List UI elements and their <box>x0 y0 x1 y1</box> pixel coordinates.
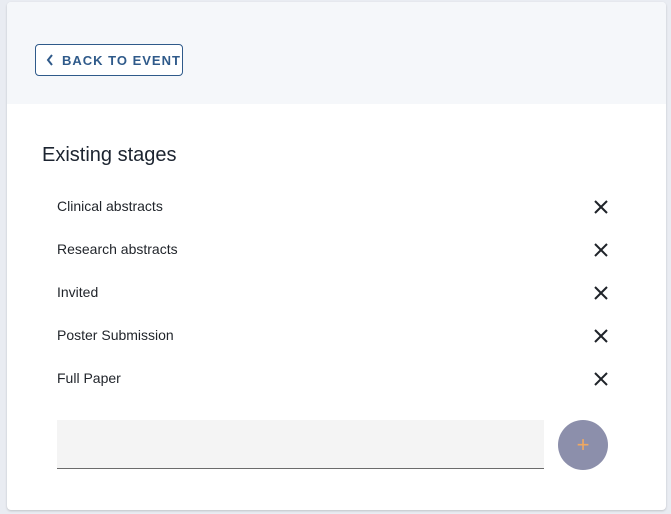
card-header: BACK TO EVENT <box>7 2 666 104</box>
stage-name: Research abstracts <box>57 241 178 257</box>
stage-item: Research abstracts <box>57 227 617 270</box>
section-title: Existing stages <box>42 144 177 166</box>
stage-name: Full Paper <box>57 370 121 386</box>
close-icon <box>594 329 608 343</box>
stage-item: Clinical abstracts <box>57 184 617 227</box>
stage-list: Clinical abstracts Research abstracts In… <box>57 184 617 399</box>
stage-name: Clinical abstracts <box>57 198 163 214</box>
back-to-event-button[interactable]: BACK TO EVENT <box>35 44 183 76</box>
add-stage-button[interactable]: + <box>558 420 608 470</box>
stage-item: Poster Submission <box>57 313 617 356</box>
remove-stage-button[interactable] <box>590 196 612 218</box>
stage-item: Invited <box>57 270 617 313</box>
stages-card: BACK TO EVENT Existing stages Clinical a… <box>7 2 666 510</box>
stage-name: Invited <box>57 284 99 300</box>
remove-stage-button[interactable] <box>590 368 612 390</box>
chevron-left-icon <box>46 54 53 66</box>
new-stage-input[interactable] <box>57 420 544 469</box>
remove-stage-button[interactable] <box>590 239 612 261</box>
plus-icon: + <box>576 432 590 457</box>
close-icon <box>594 200 608 214</box>
stage-item: Full Paper <box>57 356 617 399</box>
close-icon <box>594 243 608 257</box>
remove-stage-button[interactable] <box>590 325 612 347</box>
back-button-label: BACK TO EVENT <box>62 52 181 68</box>
close-icon <box>594 286 608 300</box>
close-icon <box>594 372 608 386</box>
remove-stage-button[interactable] <box>590 282 612 304</box>
stage-name: Poster Submission <box>57 327 174 343</box>
